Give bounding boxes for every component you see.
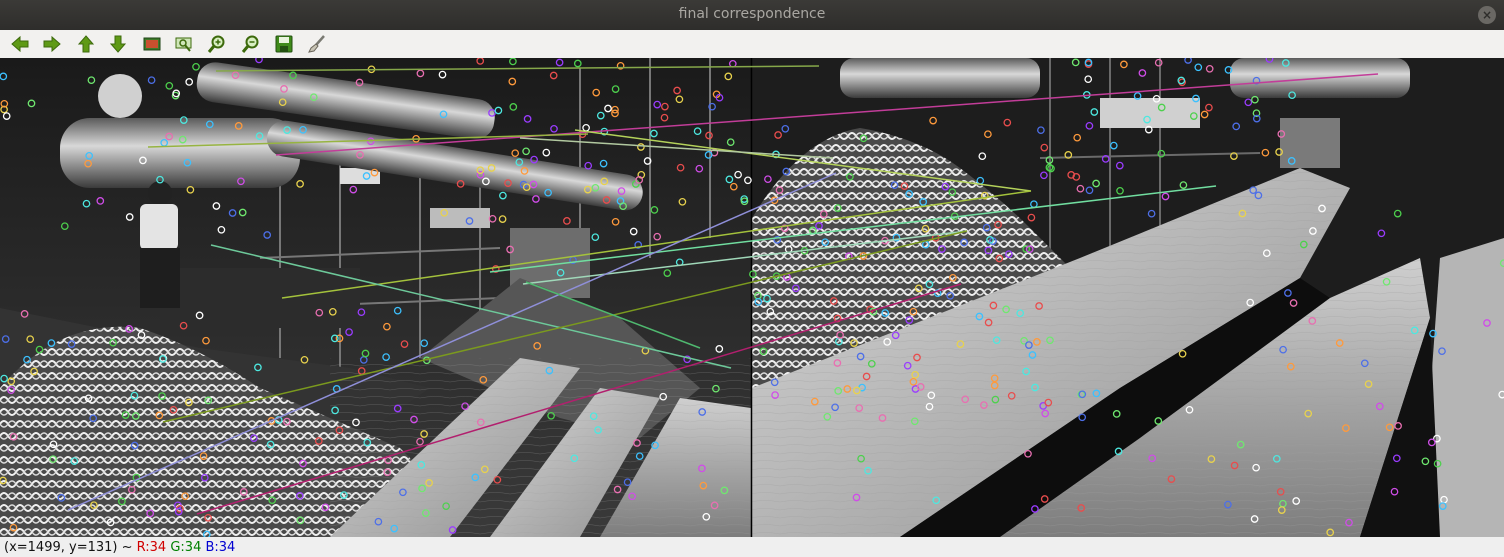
save-button[interactable] [272, 33, 296, 55]
close-icon[interactable]: × [1478, 6, 1496, 24]
status-blue-value: B:34 [205, 540, 236, 555]
zoom-original-button[interactable] [172, 33, 196, 55]
right-image [752, 58, 1504, 537]
arrow-right-icon [43, 35, 61, 53]
pan-left-button[interactable] [8, 33, 32, 55]
zoom-in-button[interactable] [205, 33, 229, 55]
arrow-up-icon [77, 35, 95, 53]
zoom-out-icon [241, 35, 259, 53]
image-viewport[interactable] [0, 58, 1504, 537]
pan-down-button[interactable] [106, 33, 130, 55]
window-title: final correspondence [678, 6, 826, 22]
image-icon [143, 37, 161, 51]
correspondence-image[interactable] [0, 58, 1504, 537]
zoom-rect-icon [175, 37, 192, 52]
properties-button[interactable] [305, 33, 329, 55]
zoom-in-icon [207, 35, 225, 53]
brush-icon [308, 35, 325, 53]
status-coordinates: (x=1499, y=131) ~ [4, 540, 137, 555]
save-icon [275, 35, 293, 53]
zoom-fit-button[interactable] [140, 33, 164, 55]
pan-right-button[interactable] [40, 33, 64, 55]
zoom-out-button[interactable] [239, 33, 263, 55]
pan-up-button[interactable] [74, 33, 98, 55]
arrow-down-icon [109, 35, 127, 53]
arrow-left-icon [11, 35, 29, 53]
status-green-value: G:34 [170, 540, 202, 555]
left-image [0, 58, 751, 537]
statusbar: (x=1499, y=131) ~ R:34 G:34 B:34 [0, 537, 1504, 557]
window-titlebar: final correspondence × [0, 0, 1504, 30]
toolbar [0, 30, 1504, 59]
status-red-value: R:34 [136, 540, 167, 555]
